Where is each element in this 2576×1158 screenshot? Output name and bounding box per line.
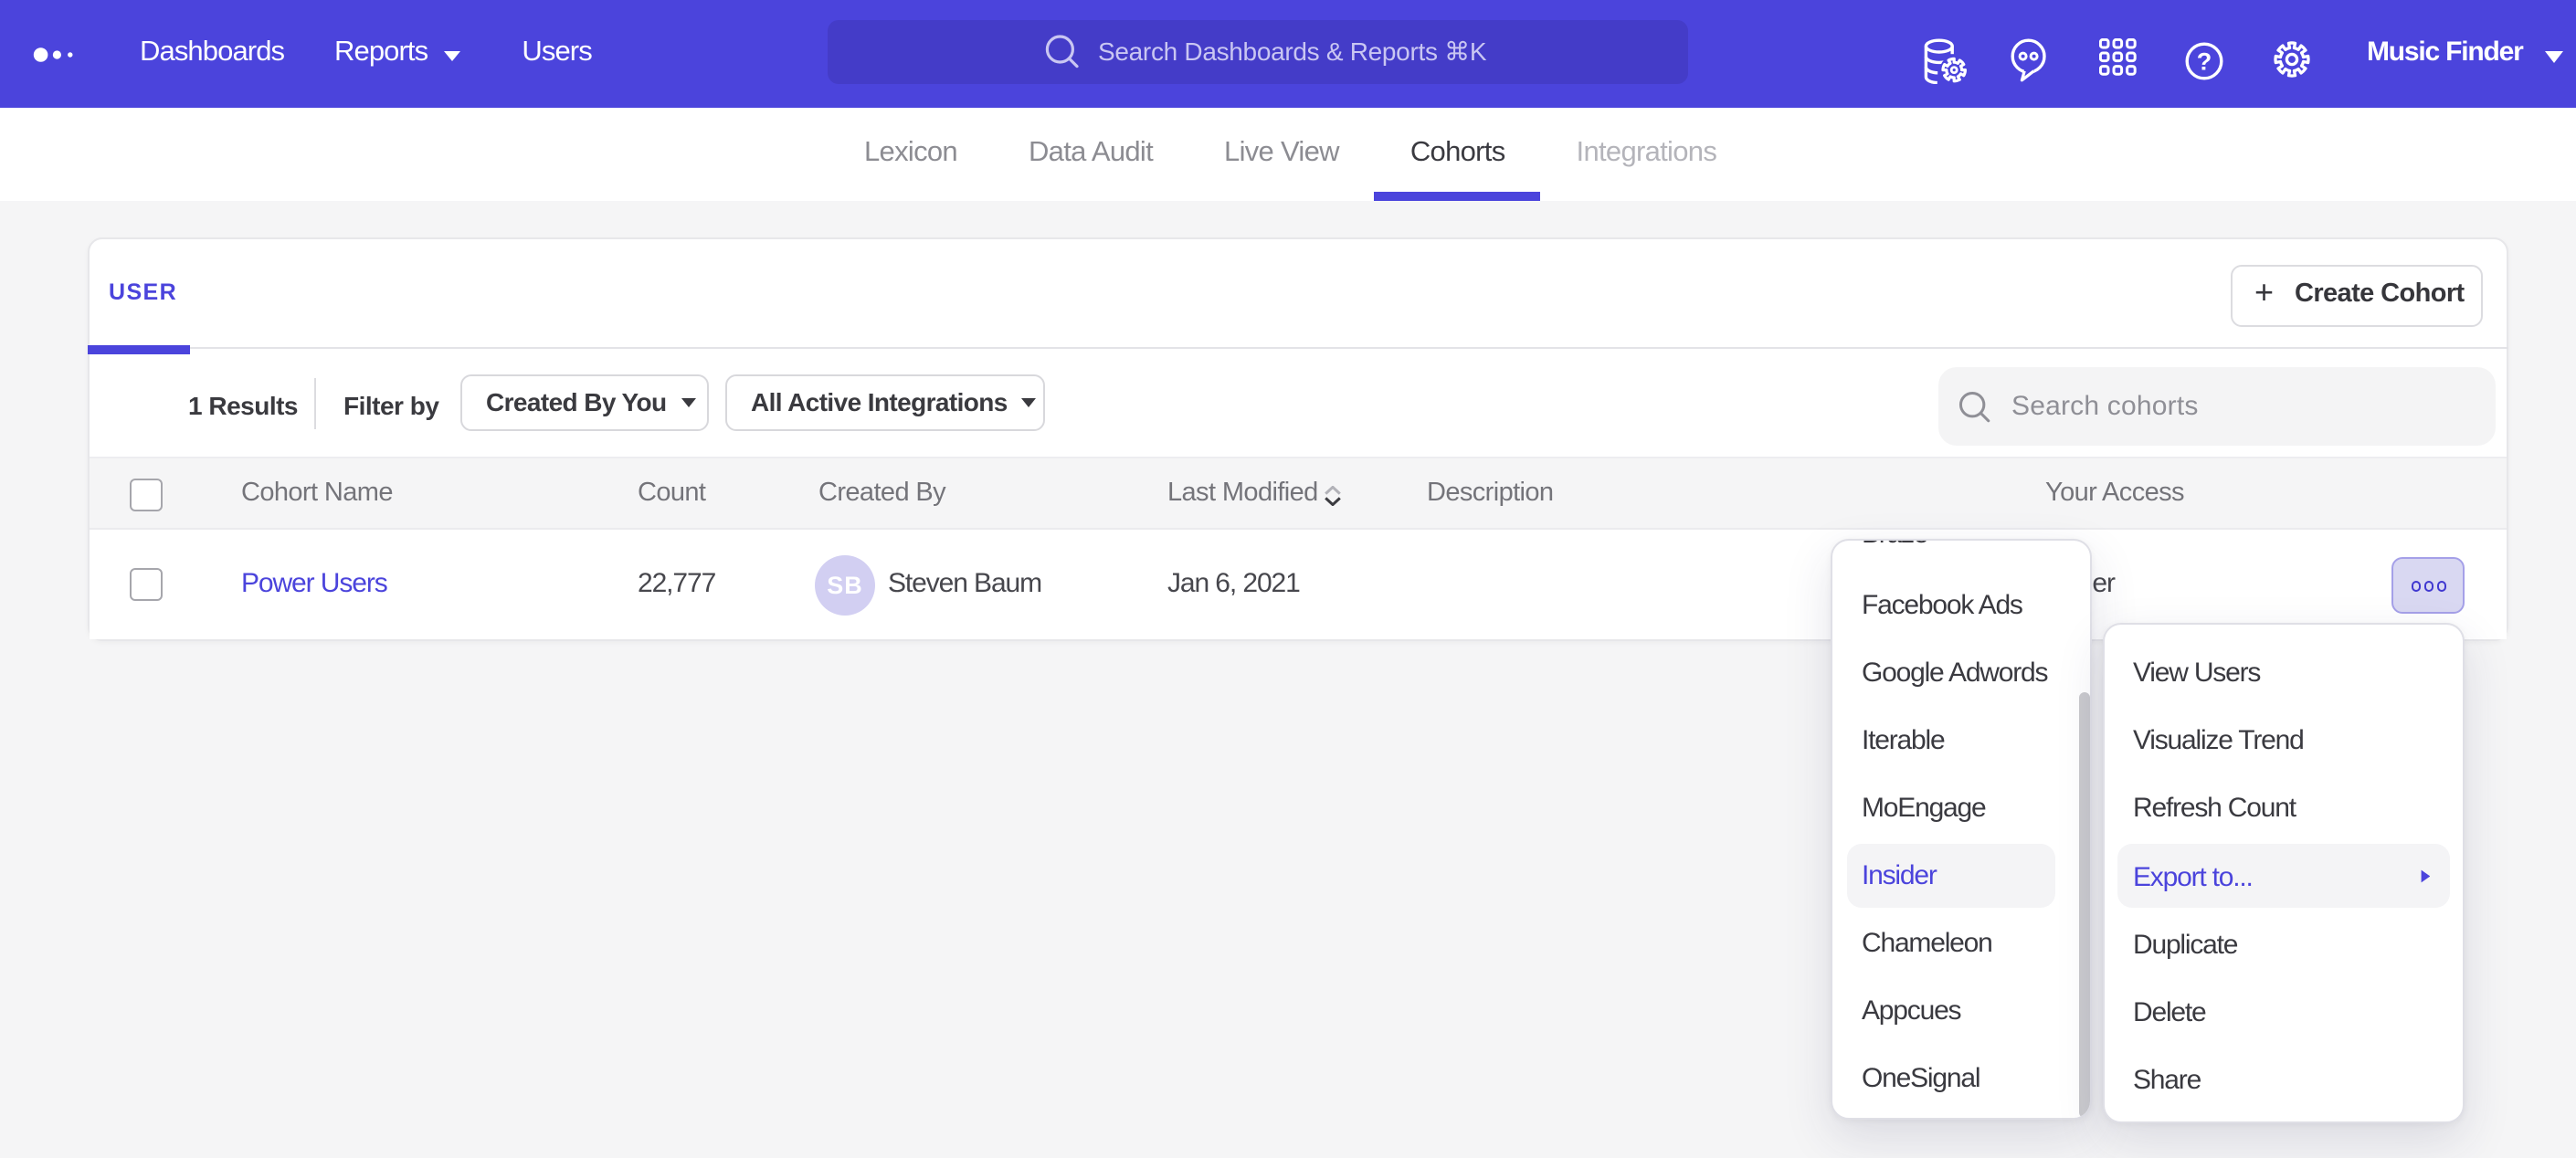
svg-text:?: ? <box>2196 47 2212 75</box>
